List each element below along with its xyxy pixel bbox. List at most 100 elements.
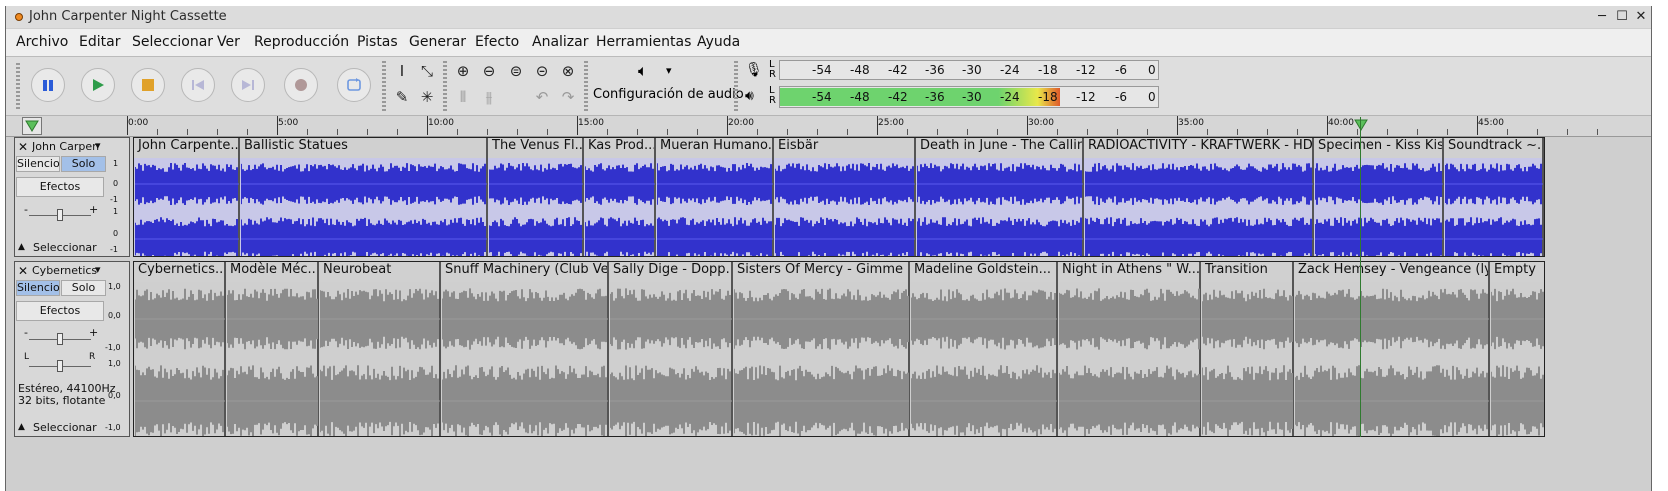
audio-clip[interactable]: Night in Athens " W...	[1058, 262, 1201, 436]
audio-clip[interactable]: Mueran Humano...	[656, 138, 774, 256]
audio-clip[interactable]: Transition	[1201, 262, 1294, 436]
audio-clip[interactable]: RADIOACTIVITY - KRAFTWERK - HD L...	[1084, 138, 1314, 256]
zoom-in-icon[interactable]: ⊕	[452, 60, 474, 82]
track-1-effects-button[interactable]: Efectos	[16, 177, 104, 197]
menu-generar[interactable]: Generar	[409, 34, 466, 50]
collapse-track-icon[interactable]: ▲	[18, 422, 25, 432]
clip-name[interactable]: Modèle Méc...	[226, 262, 317, 282]
track-1-waveform-area[interactable]: John Carpente... Ballistic Statues The Ven…	[133, 137, 1545, 257]
audio-clip[interactable]: Cybernetics...	[134, 262, 226, 436]
clip-name[interactable]: Madeline Goldstein...	[910, 262, 1056, 282]
clip-name[interactable]: Sisters Of Mercy - Gimme S...	[733, 262, 908, 282]
audio-setup-button[interactable]: Configuración de audio	[593, 87, 744, 102]
undo-icon[interactable]: ↶	[531, 86, 553, 108]
multi-tool-icon[interactable]: ✳	[416, 86, 438, 108]
audio-clip[interactable]: Soundtrack ~...	[1444, 138, 1544, 256]
audio-clip[interactable]: Modèle Méc...	[226, 262, 319, 436]
clip-name[interactable]: Specimen - Kiss Kis...	[1314, 138, 1442, 158]
audio-clip[interactable]: Sally Dige - Dopp...	[609, 262, 733, 436]
track-1-name[interactable]: John Carpen	[32, 140, 104, 153]
selection-tool-icon[interactable]: I	[391, 60, 413, 82]
audio-clip[interactable]: Eisbär	[774, 138, 916, 256]
audio-clip[interactable]: Madeline Goldstein...	[910, 262, 1058, 436]
edit-grip[interactable]	[443, 61, 447, 111]
audio-clip[interactable]: Specimen - Kiss Kis...	[1314, 138, 1444, 256]
audio-clip[interactable]: John Carpente...	[134, 138, 240, 256]
audio-clip[interactable]: Zack Hemsey - Vengeance (lyr...	[1294, 262, 1490, 436]
microphone-icon[interactable]: 🎙︎	[745, 62, 763, 78]
speaker-meter-icon[interactable]: 🔊︎	[745, 88, 754, 104]
audio-clip[interactable]: Neurobeat	[319, 262, 441, 436]
menu-analizar[interactable]: Analizar	[532, 34, 589, 50]
menu-reproduccion[interactable]: Reproducción	[254, 34, 349, 50]
draw-tool-icon[interactable]: ✎	[391, 86, 413, 108]
clip-name[interactable]: Empty	[1490, 262, 1544, 282]
menu-efecto[interactable]: Efecto	[475, 34, 519, 50]
playback-meter[interactable]: -54 -48 -42 -36 -30 -24 -18 -12 -6 0	[779, 86, 1159, 108]
clip-name[interactable]: Mueran Humano...	[656, 138, 772, 158]
clip-name[interactable]: Eisbär	[774, 138, 914, 158]
track-2-mute-button[interactable]: Silencio	[16, 280, 60, 296]
audio-clip[interactable]: Snuff Machinery (Club Ve...	[441, 262, 609, 436]
zoom-toggle-icon[interactable]: ⊗	[557, 60, 579, 82]
stop-button[interactable]	[131, 68, 165, 102]
maximize-button[interactable]: ☐	[1613, 8, 1631, 26]
fit-project-icon[interactable]: ⊝	[531, 60, 553, 82]
loop-button[interactable]	[337, 68, 371, 102]
envelope-tool-icon[interactable]: ⤡	[416, 60, 438, 82]
audio-clip[interactable]: The Venus Fl...	[488, 138, 584, 256]
collapse-track-icon[interactable]: ▲	[18, 242, 25, 252]
track-1-mute-button[interactable]: Silencio	[16, 156, 60, 172]
track-menu-chevron-icon[interactable]: ▾	[95, 263, 101, 276]
record-meter[interactable]: -54 -48 -42 -36 -30 -24 -18 -12 -6 0	[779, 60, 1159, 80]
playhead-marker-icon[interactable]	[1354, 116, 1368, 135]
speaker-icon[interactable]: 🔈︎	[638, 61, 648, 81]
track-2-waveform-area[interactable]: Cybernetics... Modèle Méc... Neurobeat Snuf…	[133, 261, 1545, 437]
close-track-icon[interactable]: ✕	[18, 140, 28, 154]
audio-clip[interactable]: Empty	[1490, 262, 1544, 436]
tools-grip[interactable]	[382, 61, 386, 111]
clip-name[interactable]: Neurobeat	[319, 262, 439, 282]
audio-clip[interactable]: Kas Prod...	[584, 138, 656, 256]
redo-icon[interactable]: ↷	[557, 86, 579, 108]
audio-clip[interactable]: Sisters Of Mercy - Gimme S...	[733, 262, 910, 436]
clip-name[interactable]: Transition	[1201, 262, 1292, 282]
track-1-select-button[interactable]: Seleccionar	[33, 241, 97, 254]
clip-name[interactable]: Zack Hemsey - Vengeance (lyr...	[1294, 262, 1488, 282]
clip-name[interactable]: Soundtrack ~...	[1444, 138, 1542, 158]
track-2-select-button[interactable]: Seleccionar	[33, 421, 97, 434]
clip-name[interactable]: Night in Athens " W...	[1058, 262, 1199, 282]
clip-name[interactable]: Snuff Machinery (Club Ve...	[441, 262, 607, 282]
clip-name[interactable]: The Venus Fl...	[488, 138, 582, 158]
chevron-down-icon[interactable]: ▾	[666, 64, 672, 77]
pan-slider-handle[interactable]	[57, 360, 63, 372]
clip-name[interactable]: Death in June - The Callin...	[916, 138, 1082, 158]
skip-end-button[interactable]	[231, 68, 265, 102]
play-button[interactable]	[81, 68, 115, 102]
toolbar-grip[interactable]	[16, 63, 20, 109]
menu-editar[interactable]: Editar	[79, 34, 120, 50]
trim-icon[interactable]: ⫴	[452, 86, 474, 108]
menu-archivo[interactable]: Archivo	[16, 34, 68, 50]
track-2-solo-button[interactable]: Solo	[61, 280, 106, 296]
close-button[interactable]: ✕	[1632, 8, 1650, 26]
skip-start-button[interactable]	[181, 68, 215, 102]
menu-pistas[interactable]: Pistas	[357, 34, 398, 50]
menu-herramientas[interactable]: Herramientas	[596, 34, 691, 50]
fit-selection-icon[interactable]: ⊜	[505, 60, 527, 82]
track-menu-chevron-icon[interactable]: ▾	[95, 139, 101, 152]
clip-name[interactable]: Kas Prod...	[584, 138, 654, 158]
minimize-button[interactable]: ─	[1593, 8, 1611, 26]
gain-slider-handle[interactable]	[57, 333, 63, 345]
meter-grip[interactable]	[734, 61, 738, 111]
clip-name[interactable]: Ballistic Statues	[240, 138, 486, 158]
gain-slider-handle[interactable]	[57, 209, 63, 221]
audio-clip[interactable]: Death in June - The Callin...	[916, 138, 1084, 256]
track-2-name[interactable]: Cybernetics	[32, 264, 104, 277]
record-button[interactable]	[284, 68, 318, 102]
track-2-effects-button[interactable]: Efectos	[16, 301, 104, 321]
clip-name[interactable]: Sally Dige - Dopp...	[609, 262, 731, 282]
zoom-out-icon[interactable]: ⊖	[478, 60, 500, 82]
menu-ayuda[interactable]: Ayuda	[697, 34, 740, 50]
menu-ver[interactable]: Ver	[217, 34, 240, 50]
